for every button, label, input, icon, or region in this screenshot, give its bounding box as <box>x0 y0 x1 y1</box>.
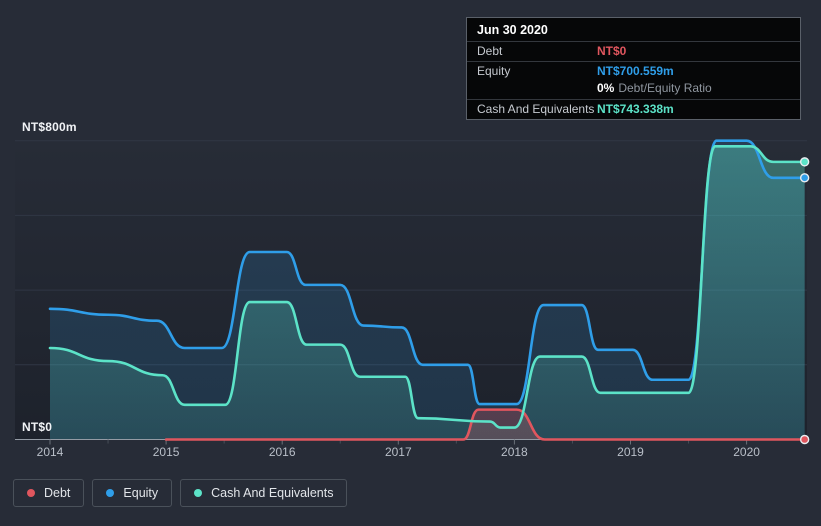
y-axis-label-max: NT$800m <box>22 120 77 134</box>
tooltip-ratio-label: Debt/Equity Ratio <box>618 81 712 95</box>
tooltip-row-cash: Cash And Equivalents NT$743.338m <box>467 99 800 119</box>
tooltip-debt-value: NT$0 <box>597 44 627 58</box>
legend-item-equity[interactable]: Equity <box>92 479 173 507</box>
tooltip-date: Jun 30 2020 <box>477 23 548 37</box>
legend: Debt Equity Cash And Equivalents <box>13 479 348 507</box>
tooltip-cash-value: NT$743.338m <box>597 102 674 116</box>
equity-series-dot-icon <box>106 489 115 497</box>
tooltip-ratio: 0% Debt/Equity Ratio <box>597 81 712 96</box>
x-axis-label: 2017 <box>384 445 412 459</box>
x-axis-label: 2016 <box>268 445 296 459</box>
legend-debt-label: Debt <box>44 486 71 500</box>
cash-series-dot-icon <box>194 489 203 497</box>
tooltip-debt-label: Debt <box>477 44 503 58</box>
tooltip: Jun 30 2020 Debt NT$0 Equity NT$700.559m… <box>466 17 801 120</box>
debt-equity-history-chart: NT$800m NT$0 2014 2015 2016 2017 2018 2019 202… <box>0 0 821 526</box>
tooltip-row-equity: Equity NT$700.559m <box>467 61 800 81</box>
x-axis-label: 2015 <box>152 445 180 459</box>
legend-item-debt[interactable]: Debt <box>13 479 85 507</box>
tooltip-row-debt: Debt NT$0 <box>467 41 800 61</box>
x-axis-label: 2019 <box>617 445 644 459</box>
x-axis-label: 2020 <box>733 445 760 459</box>
x-axis-label: 2014 <box>36 445 64 459</box>
y-axis-label-min: NT$0 <box>22 420 53 434</box>
tooltip-ratio-value: 0% <box>597 81 615 95</box>
tooltip-row-ratio: 0% Debt/Equity Ratio <box>467 81 800 99</box>
tooltip-cash-label: Cash And Equivalents <box>477 102 595 116</box>
tooltip-equity-label: Equity <box>477 64 511 78</box>
legend-equity-label: Equity <box>123 486 159 500</box>
x-axis-label: 2018 <box>501 445 528 459</box>
debt-series-dot-icon <box>27 489 35 497</box>
tooltip-equity-value: NT$700.559m <box>597 64 674 78</box>
legend-item-cash[interactable]: Cash And Equivalents <box>180 479 348 507</box>
legend-cash-label: Cash And Equivalents <box>211 486 334 500</box>
